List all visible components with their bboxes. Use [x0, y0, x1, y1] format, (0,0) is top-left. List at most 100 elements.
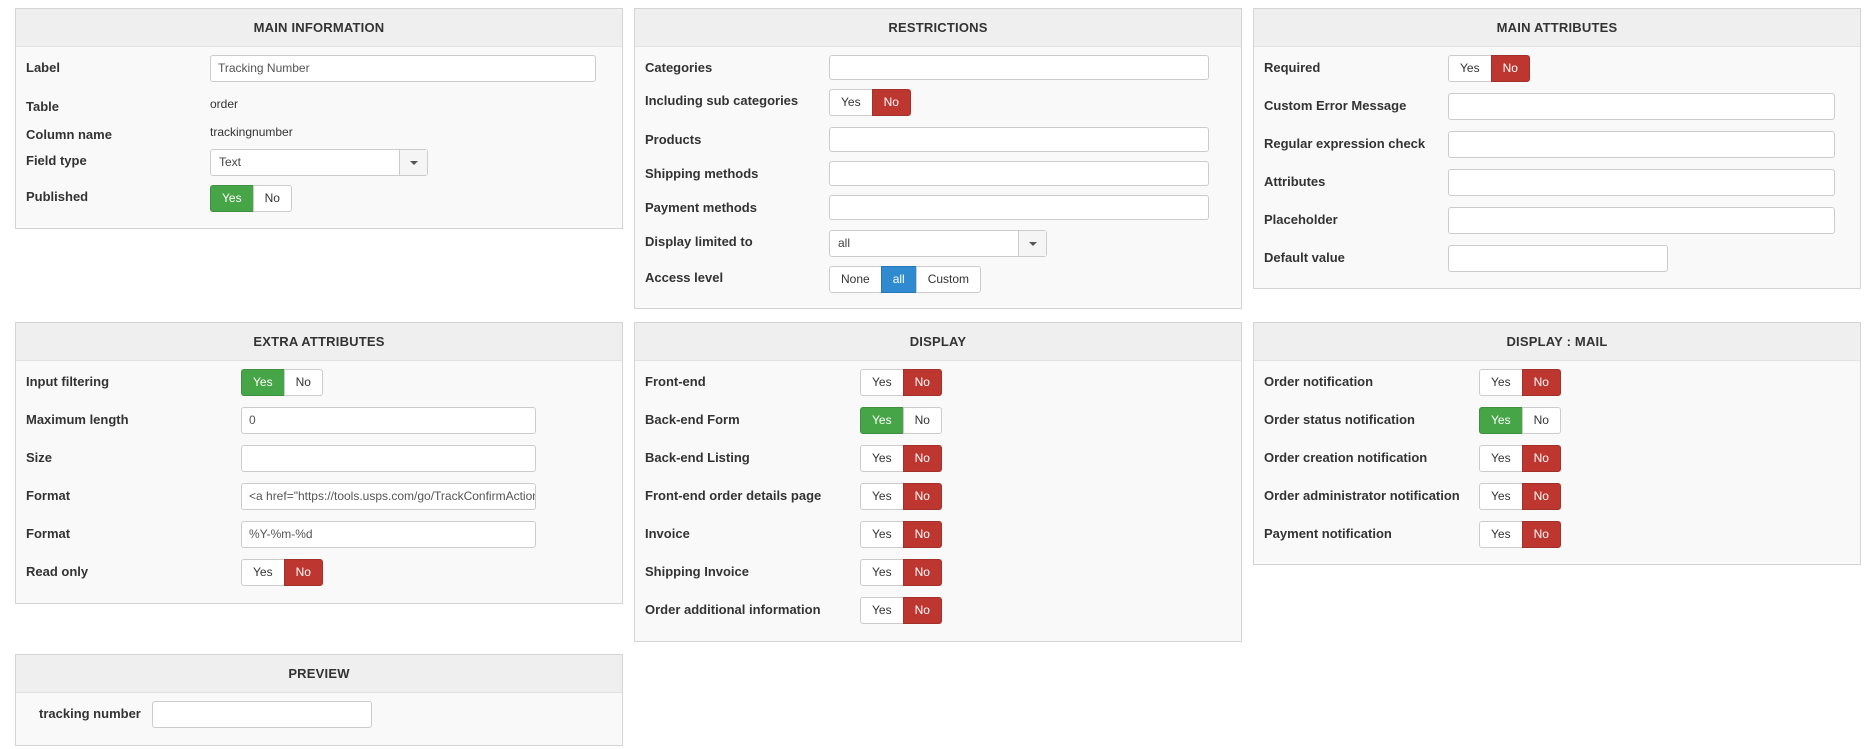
order-status-notification-label: Order status notification	[1264, 412, 1415, 427]
access-custom-button[interactable]: Custom	[915, 266, 982, 293]
order-notification-yes-button[interactable]: Yes	[1479, 369, 1523, 396]
published-no-button[interactable]: No	[252, 185, 292, 212]
order-status-notification-no-button[interactable]: No	[1521, 407, 1561, 434]
regex-label: Regular expression check	[1264, 136, 1426, 151]
field-type-select[interactable]: Text	[210, 149, 428, 176]
order-notification-no-button[interactable]: No	[1521, 369, 1561, 396]
order-creation-notification-label: Order creation notification	[1264, 450, 1428, 465]
attributes-label: Attributes	[1264, 174, 1326, 189]
tracking-number-input[interactable]	[152, 701, 372, 728]
order-admin-notification-no-button[interactable]: No	[1521, 483, 1561, 510]
date-format-input[interactable]: %Y-%m-%d	[241, 521, 536, 548]
tracking-number-label: tracking number	[39, 706, 141, 721]
size-input[interactable]	[241, 445, 536, 472]
access-level-label: Access level	[645, 270, 724, 285]
backend-listing-yes-button[interactable]: Yes	[860, 445, 904, 472]
date-format-label: Format	[26, 526, 71, 541]
input-filtering-label: Input filtering	[26, 374, 110, 389]
categories-label: Categories	[645, 60, 713, 75]
subcategories-yes-button[interactable]: Yes	[829, 89, 873, 116]
shipping-invoice-label: Shipping Invoice	[645, 564, 750, 579]
max-length-input[interactable]: 0	[241, 407, 536, 434]
frontend-no-button[interactable]: No	[902, 369, 942, 396]
payment-notification-label: Payment notification	[1264, 526, 1392, 541]
placeholder-label: Placeholder	[1264, 212, 1338, 227]
order-additional-info-toggle: Yes No	[860, 597, 942, 624]
format-input[interactable]: <a href="https://tools.usps.com/go/Track…	[241, 483, 536, 510]
restrictions-panel: RESTRICTIONS Categories Including sub ca…	[634, 8, 1242, 309]
table-label: Table	[26, 99, 59, 114]
subcategories-no-button[interactable]: No	[871, 89, 911, 116]
display-limited-select[interactable]: all	[829, 230, 1047, 257]
panel-title: MAIN ATTRIBUTES	[1254, 9, 1860, 47]
backend-listing-toggle: Yes No	[860, 445, 942, 472]
size-label: Size	[26, 450, 53, 465]
subcategories-label: Including sub categories	[645, 93, 799, 108]
regex-input[interactable]	[1448, 131, 1835, 158]
order-creation-notification-no-button[interactable]: No	[1521, 445, 1561, 472]
categories-input[interactable]	[829, 55, 1209, 80]
label-label: Label	[26, 60, 60, 75]
chevron-down-icon[interactable]	[1018, 231, 1046, 256]
max-length-label: Maximum length	[26, 412, 129, 427]
custom-error-input[interactable]	[1448, 93, 1835, 120]
shipping-invoice-no-button[interactable]: No	[902, 559, 942, 586]
input-filtering-yes-button[interactable]: Yes	[241, 369, 285, 396]
payment-notification-no-button[interactable]: No	[1521, 521, 1561, 548]
subcategories-toggle: Yes No	[829, 89, 911, 116]
main-attributes-panel: MAIN ATTRIBUTES Required Yes No Custom E…	[1253, 8, 1861, 289]
panel-title: DISPLAY	[635, 323, 1241, 361]
backend-listing-no-button[interactable]: No	[902, 445, 942, 472]
table-value: order	[210, 97, 239, 111]
invoice-no-button[interactable]: No	[902, 521, 942, 548]
payment-methods-input[interactable]	[829, 195, 1209, 220]
placeholder-input[interactable]	[1448, 207, 1835, 234]
frontend-order-details-label: Front-end order details page	[645, 488, 822, 503]
backend-form-yes-button[interactable]: Yes	[860, 407, 904, 434]
backend-listing-label: Back-end Listing	[645, 450, 750, 465]
panel-title: EXTRA ATTRIBUTES	[16, 323, 622, 361]
default-value-label: Default value	[1264, 250, 1345, 265]
invoice-label: Invoice	[645, 526, 690, 541]
read-only-toggle: Yes No	[241, 559, 323, 586]
order-additional-info-yes-button[interactable]: Yes	[860, 597, 904, 624]
shipping-invoice-yes-button[interactable]: Yes	[860, 559, 904, 586]
invoice-yes-button[interactable]: Yes	[860, 521, 904, 548]
shipping-methods-label: Shipping methods	[645, 166, 759, 181]
required-label: Required	[1264, 60, 1321, 75]
shipping-methods-input[interactable]	[829, 161, 1209, 186]
chevron-down-icon[interactable]	[399, 150, 427, 175]
order-additional-info-no-button[interactable]: No	[902, 597, 942, 624]
frontend-order-details-yes-button[interactable]: Yes	[860, 483, 904, 510]
order-creation-notification-yes-button[interactable]: Yes	[1479, 445, 1523, 472]
order-status-notification-yes-button[interactable]: Yes	[1479, 407, 1523, 434]
input-filtering-no-button[interactable]: No	[283, 369, 323, 396]
panel-title: RESTRICTIONS	[635, 9, 1241, 47]
frontend-yes-button[interactable]: Yes	[860, 369, 904, 396]
published-yes-button[interactable]: Yes	[210, 185, 254, 212]
display-panel: DISPLAY Front-end Yes No Back-end Form Y…	[634, 322, 1242, 642]
read-only-yes-button[interactable]: Yes	[241, 559, 285, 586]
shipping-invoice-toggle: Yes No	[860, 559, 942, 586]
default-value-input[interactable]	[1448, 245, 1668, 272]
products-input[interactable]	[829, 127, 1209, 152]
published-label: Published	[26, 189, 89, 204]
panel-title: DISPLAY : MAIL	[1254, 323, 1860, 361]
access-all-button[interactable]: all	[880, 266, 917, 293]
order-admin-notification-toggle: Yes No	[1479, 483, 1561, 510]
payment-methods-label: Payment methods	[645, 200, 757, 215]
read-only-no-button[interactable]: No	[283, 559, 323, 586]
main-information-panel: MAIN INFORMATION Label Tracking Number T…	[15, 8, 623, 229]
backend-form-no-button[interactable]: No	[902, 407, 942, 434]
published-toggle: Yes No	[210, 185, 292, 212]
attributes-input[interactable]	[1448, 169, 1835, 196]
required-no-button[interactable]: No	[1490, 55, 1530, 82]
label-input[interactable]: Tracking Number	[210, 55, 596, 82]
panel-title: PREVIEW	[16, 655, 622, 693]
required-yes-button[interactable]: Yes	[1448, 55, 1492, 82]
payment-notification-yes-button[interactable]: Yes	[1479, 521, 1523, 548]
order-admin-notification-yes-button[interactable]: Yes	[1479, 483, 1523, 510]
panel-title: MAIN INFORMATION	[16, 9, 622, 47]
access-none-button[interactable]: None	[829, 266, 882, 293]
frontend-order-details-no-button[interactable]: No	[902, 483, 942, 510]
